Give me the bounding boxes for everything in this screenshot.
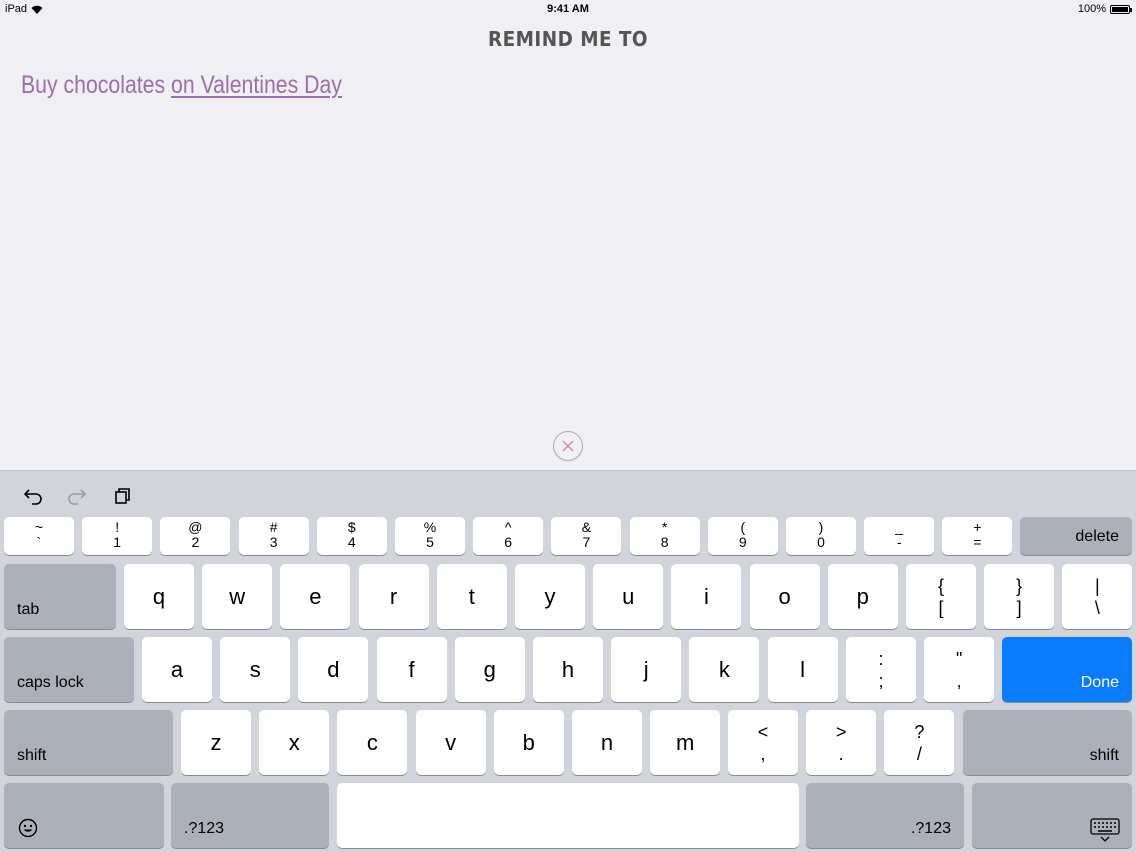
key-q[interactable]: q [124,564,194,629]
symbol-key-r3-2[interactable]: ? / [884,710,955,775]
key-x[interactable]: x [259,710,330,775]
number-key-6[interactable]: ^ 6 [473,517,544,555]
paste-icon[interactable] [111,485,133,507]
number-key-4[interactable]: $4 [316,517,387,555]
number-key-11[interactable]: _ - [864,517,935,555]
number-key-12[interactable]: + = [942,517,1013,555]
symbol-key-r3-0[interactable]: <, [728,710,798,775]
key-g[interactable]: g [454,637,525,702]
reminder-date-phrase[interactable]: on Valentines Day [171,71,342,99]
key-p[interactable]: p [827,564,898,629]
key-y[interactable]: y [515,564,585,629]
number-key-9[interactable]: (9 [707,517,778,555]
right-shift-key[interactable]: shift [963,710,1132,775]
reminder-text: Buy chocolates [21,71,172,99]
key-i[interactable]: i [671,564,742,629]
key-n[interactable]: n [572,710,642,775]
key-f[interactable]: f [376,637,447,702]
shortcut-bar [0,471,1136,517]
number-key-1[interactable]: ! 1 [82,517,153,555]
key-v[interactable]: v [415,710,486,775]
number-key-8[interactable]: * 8 [629,517,700,555]
battery-icon [1110,4,1132,14]
symbol-key-r3-1[interactable]: >. [806,710,877,775]
emoji-key[interactable] [4,783,164,848]
symbol-key-r2-0[interactable]: :; [846,637,916,702]
reminder-text-field[interactable]: Buy chocolates on Valentines Day [21,71,342,100]
redo-icon[interactable] [66,485,88,507]
status-bar: iPad 9:41 AM 100% [0,0,1136,18]
left-numbers-key[interactable]: .?123 [171,783,329,848]
right-numbers-key[interactable]: .?123 [806,783,964,848]
keyboard-dismiss-icon [1090,818,1120,842]
key-k[interactable]: k [689,637,760,702]
key-u[interactable]: u [593,564,664,629]
key-o[interactable]: o [749,564,820,629]
caps-lock-key[interactable]: caps lock [4,637,134,702]
clock: 9:41 AM [547,3,589,15]
key-d[interactable]: d [298,637,369,702]
page-title: REMIND ME TO [488,27,648,51]
number-key-7[interactable]: & 7 [551,517,622,555]
key-j[interactable]: j [611,637,682,702]
key-t[interactable]: t [436,564,507,629]
key-w[interactable]: w [202,564,273,629]
left-shift-key[interactable]: shift [4,710,173,775]
symbol-key-r2-1[interactable]: ", [924,637,995,702]
battery-percent: 100% [1077,3,1106,15]
key-r[interactable]: r [358,564,429,629]
key-a[interactable]: a [142,637,212,702]
number-key-5[interactable]: % 5 [395,517,465,555]
delete-key[interactable]: delete [1020,517,1132,555]
tab-key[interactable]: tab [4,564,116,629]
symbol-key-r1-1[interactable]: }] [984,564,1055,629]
close-icon [562,440,574,452]
emoji-icon [18,818,38,838]
key-c[interactable]: c [337,710,408,775]
key-s[interactable]: s [220,637,291,702]
clear-button[interactable] [553,431,583,461]
key-l[interactable]: l [767,637,838,702]
key-m[interactable]: m [650,710,721,775]
done-key[interactable]: Done [1002,637,1132,702]
number-key-0[interactable]: ~ ` [4,517,74,555]
undo-icon[interactable] [22,485,44,507]
dismiss-keyboard-key[interactable] [972,783,1132,848]
key-z[interactable]: z [181,710,251,775]
space-key[interactable] [337,783,799,848]
key-e[interactable]: e [280,564,351,629]
symbol-key-r1-0[interactable]: {[ [906,564,976,629]
symbol-key-r1-2[interactable]: | \ [1062,564,1133,629]
number-key-10[interactable]: ) 0 [786,517,856,555]
number-key-2[interactable]: @2 [160,517,231,555]
key-b[interactable]: b [493,710,564,775]
number-key-3[interactable]: #3 [238,517,309,555]
key-h[interactable]: h [533,637,603,702]
